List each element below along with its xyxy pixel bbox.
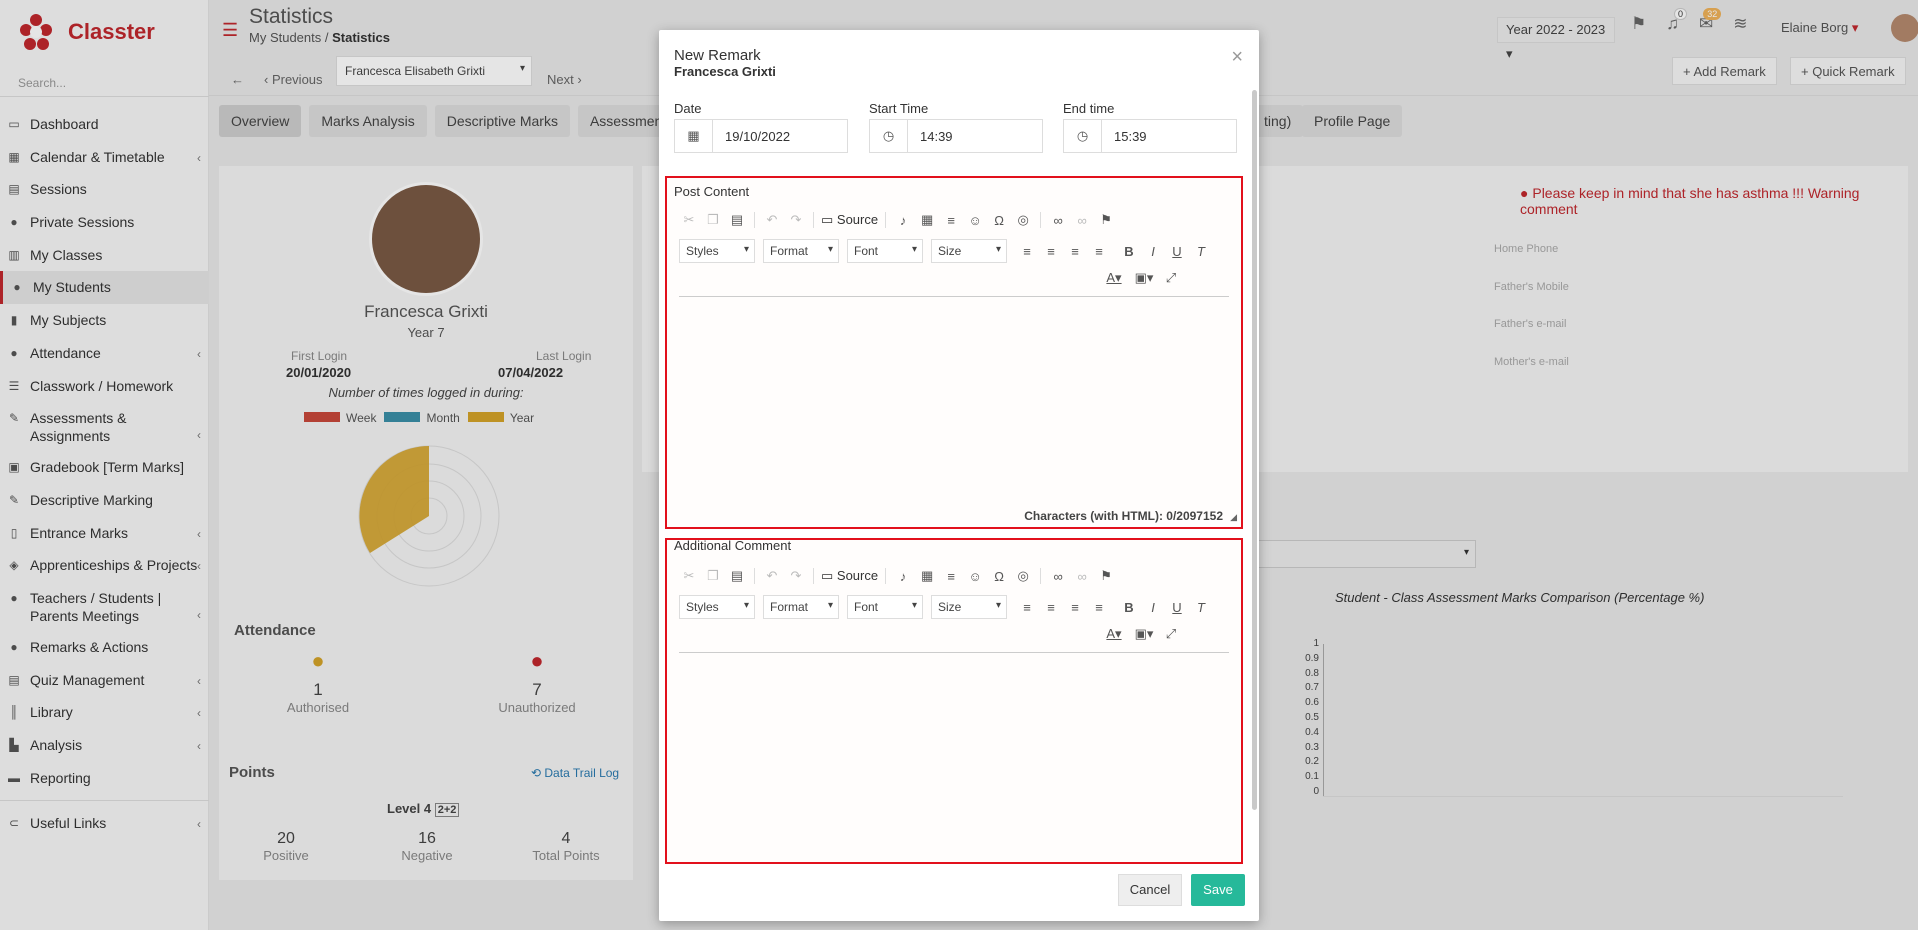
editor-toolbar-row3: A▾ ▣▾ ⤢ <box>1101 268 1181 288</box>
new-remark-modal: New Remark Francesca Grixti × Date ▦ 19/1… <box>659 30 1259 921</box>
end-time-label: End time <box>1063 101 1115 116</box>
clear-format-icon[interactable]: T <box>1191 597 1211 617</box>
bg-color-icon[interactable]: ▣▾ <box>1131 624 1157 644</box>
redo-icon[interactable]: ↷ <box>786 210 806 230</box>
globe-icon[interactable]: ◎ <box>1013 566 1033 586</box>
font-select[interactable]: Font <box>847 239 923 263</box>
link-icon[interactable]: ∞ <box>1048 566 1068 586</box>
editor-toolbar-row1: ✂ ❐ ▤ ↶ ↷ ▭ Source ♪ ▦ ≡ ☺ Ω ◎ ∞ ∞ ⚑ <box>679 566 1116 586</box>
post-content-editor: Post Content ✂ ❐ ▤ ↶ ↷ ▭ Source ♪ ▦ ≡ ☺ … <box>665 176 1243 529</box>
maximize-icon[interactable]: ⤢ <box>1161 624 1181 644</box>
clock-icon: ◷ <box>870 120 908 152</box>
paste-icon[interactable]: ▤ <box>727 566 747 586</box>
save-button[interactable]: Save <box>1191 874 1245 906</box>
additional-comment-editor: Additional Comment ✂ ❐ ▤ ↶ ↷ ▭ Source ♪ … <box>665 538 1243 864</box>
align-right-icon[interactable]: ≡ <box>1065 597 1085 617</box>
undo-icon[interactable]: ↶ <box>762 566 782 586</box>
modal-scrollbar[interactable] <box>1252 90 1257 810</box>
source-button[interactable]: ▭ Source <box>821 212 878 228</box>
editor-toolbar-row1: ✂ ❐ ▤ ↶ ↷ ▭ Source ♪ ▦ ≡ ☺ Ω ◎ ∞ ∞ ⚑ <box>679 210 1116 230</box>
size-select[interactable]: Size <box>931 595 1007 619</box>
paste-icon[interactable]: ▤ <box>727 210 747 230</box>
resize-handle-icon[interactable]: ◢ <box>1230 512 1237 523</box>
align-left-icon[interactable]: ≡ <box>1017 597 1037 617</box>
align-center-icon[interactable]: ≡ <box>1041 241 1061 261</box>
end-time-field[interactable]: ◷ 15:39 <box>1063 119 1237 153</box>
omega-icon[interactable]: Ω <box>989 210 1009 230</box>
calendar-icon: ▦ <box>675 120 713 152</box>
audio-icon[interactable]: ♪ <box>893 566 913 586</box>
char-count: Characters (with HTML): 0/2097152 <box>1024 509 1223 523</box>
undo-icon[interactable]: ↶ <box>762 210 782 230</box>
additional-comment-textarea[interactable] <box>679 658 1229 854</box>
source-button[interactable]: ▭ Source <box>821 568 878 584</box>
post-content-label: Post Content <box>674 184 750 199</box>
bold-icon[interactable]: B <box>1119 597 1139 617</box>
underline-icon[interactable]: U <box>1167 241 1187 261</box>
text-color-icon[interactable]: A▾ <box>1101 268 1127 288</box>
start-time-field[interactable]: ◷ 14:39 <box>869 119 1043 153</box>
date-field[interactable]: ▦ 19/10/2022 <box>674 119 848 153</box>
editor-divider <box>679 296 1229 297</box>
clear-format-icon[interactable]: T <box>1191 241 1211 261</box>
format-select[interactable]: Format <box>763 239 839 263</box>
cancel-button[interactable]: Cancel <box>1118 874 1182 906</box>
smiley-icon[interactable]: ☺ <box>965 566 985 586</box>
align-justify-icon[interactable]: ≡ <box>1089 241 1109 261</box>
additional-comment-label: Additional Comment <box>674 538 792 553</box>
audio-icon[interactable]: ♪ <box>893 210 913 230</box>
bg-color-icon[interactable]: ▣▾ <box>1131 268 1157 288</box>
modal-subtitle: Francesca Grixti <box>674 64 776 79</box>
start-time-label: Start Time <box>869 101 929 116</box>
size-select[interactable]: Size <box>931 239 1007 263</box>
smiley-icon[interactable]: ☺ <box>965 210 985 230</box>
editor-toolbar-row2: Styles Format Font Size ≡ ≡ ≡ ≡ B I U T <box>679 595 1211 619</box>
close-icon[interactable]: × <box>1231 46 1243 69</box>
maximize-icon[interactable]: ⤢ <box>1161 268 1181 288</box>
globe-icon[interactable]: ◎ <box>1013 210 1033 230</box>
table-icon[interactable]: ▦ <box>917 210 937 230</box>
cut-icon[interactable]: ✂ <box>679 566 699 586</box>
date-label: Date <box>674 101 702 116</box>
table-icon[interactable]: ▦ <box>917 566 937 586</box>
bold-icon[interactable]: B <box>1119 241 1139 261</box>
horizontal-line-icon[interactable]: ≡ <box>941 210 961 230</box>
anchor-flag-icon[interactable]: ⚑ <box>1096 210 1116 230</box>
redo-icon[interactable]: ↷ <box>786 566 806 586</box>
omega-icon[interactable]: Ω <box>989 566 1009 586</box>
text-color-icon[interactable]: A▾ <box>1101 624 1127 644</box>
horizontal-line-icon[interactable]: ≡ <box>941 566 961 586</box>
cut-icon[interactable]: ✂ <box>679 210 699 230</box>
align-center-icon[interactable]: ≡ <box>1041 597 1061 617</box>
editor-toolbar-row2: Styles Format Font Size ≡ ≡ ≡ ≡ B I U T <box>679 239 1211 263</box>
editor-divider <box>679 652 1229 653</box>
styles-select[interactable]: Styles <box>679 239 755 263</box>
modal-title: New Remark <box>674 47 761 64</box>
align-justify-icon[interactable]: ≡ <box>1089 597 1109 617</box>
align-right-icon[interactable]: ≡ <box>1065 241 1085 261</box>
styles-select[interactable]: Styles <box>679 595 755 619</box>
font-select[interactable]: Font <box>847 595 923 619</box>
italic-icon[interactable]: I <box>1143 597 1163 617</box>
format-select[interactable]: Format <box>763 595 839 619</box>
unlink-icon[interactable]: ∞ <box>1072 566 1092 586</box>
copy-icon[interactable]: ❐ <box>703 566 723 586</box>
italic-icon[interactable]: I <box>1143 241 1163 261</box>
unlink-icon[interactable]: ∞ <box>1072 210 1092 230</box>
anchor-flag-icon[interactable]: ⚑ <box>1096 566 1116 586</box>
align-left-icon[interactable]: ≡ <box>1017 241 1037 261</box>
clock-icon: ◷ <box>1064 120 1102 152</box>
copy-icon[interactable]: ❐ <box>703 210 723 230</box>
link-icon[interactable]: ∞ <box>1048 210 1068 230</box>
editor-toolbar-row3: A▾ ▣▾ ⤢ <box>1101 624 1181 644</box>
underline-icon[interactable]: U <box>1167 597 1187 617</box>
post-content-textarea[interactable] <box>679 302 1229 502</box>
